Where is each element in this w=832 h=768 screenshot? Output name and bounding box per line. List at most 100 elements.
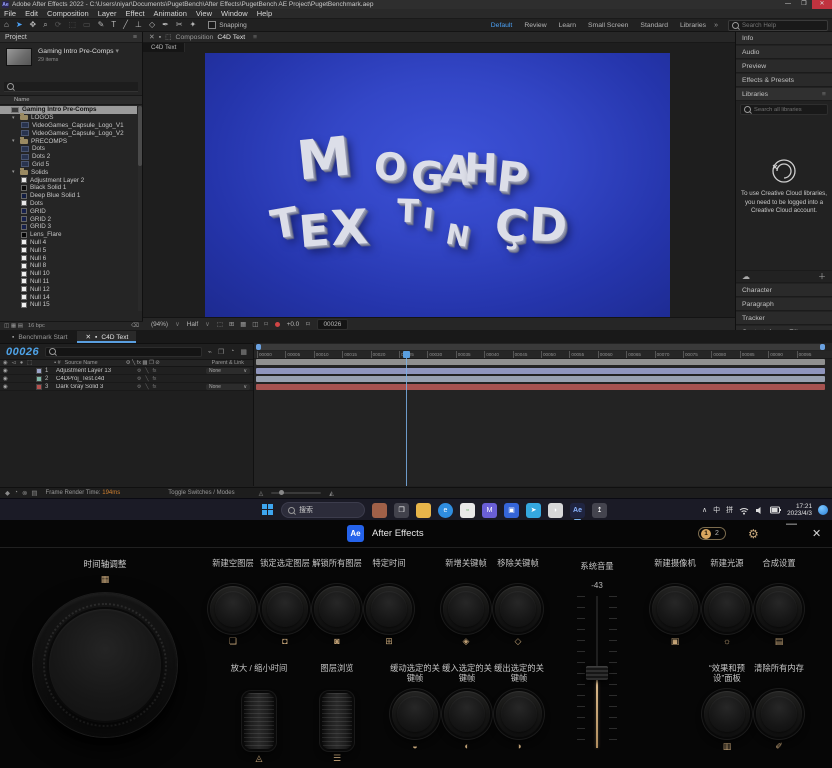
- workspace-libraries[interactable]: Libraries: [680, 22, 706, 29]
- tree-item[interactable]: Dots: [0, 200, 137, 208]
- tree-item[interactable]: Lens_Flare: [0, 231, 137, 239]
- status-icon-2[interactable]: ⊗: [22, 489, 27, 497]
- workspace-small-screen[interactable]: Small Screen: [588, 22, 628, 29]
- taskbar-app-pinned-more[interactable]: ↥: [592, 503, 607, 518]
- project-footer-icon-2[interactable]: ▤: [18, 323, 23, 329]
- viewer-timecode[interactable]: 00026: [317, 319, 349, 330]
- panel-tab-character[interactable]: Character: [736, 284, 832, 297]
- eye-icon[interactable]: ◉: [3, 376, 11, 382]
- layer-name[interactable]: C4DProj_Test.c4d: [56, 376, 134, 382]
- tree-item[interactable]: Null 12: [0, 285, 137, 293]
- chevron-down-icon[interactable]: ∨: [175, 320, 180, 328]
- menu-item-edit[interactable]: Edit: [25, 9, 38, 18]
- viewer-toolbar-icons[interactable]: ⬚⊞▦◫⌑: [217, 320, 268, 328]
- zoom-in-icon[interactable]: ◭: [329, 490, 334, 497]
- tree-item[interactable]: Null 8: [0, 262, 137, 270]
- tool-icon-2[interactable]: ✥: [30, 20, 37, 30]
- exposure-value[interactable]: +0.0: [287, 321, 300, 328]
- viewer-tab-label[interactable]: Composition: [176, 34, 214, 41]
- panel-tab-tracker[interactable]: Tracker: [736, 312, 832, 325]
- time-ruler[interactable]: 0000000005000100001500020000250003000035…: [254, 351, 832, 359]
- label-column-icon[interactable]: ▪ #: [54, 360, 60, 366]
- tool-icon-1[interactable]: ➤: [16, 20, 23, 30]
- playhead[interactable]: [406, 351, 407, 486]
- viewer-toolbar-icon-4[interactable]: ⌑: [264, 320, 267, 328]
- composition-canvas[interactable]: MOGAHPTEXTINÇD: [205, 53, 670, 317]
- timeline-control-icon-3[interactable]: ▦: [240, 348, 247, 356]
- parent-link-header[interactable]: Parent & Link: [212, 360, 244, 366]
- layer-row[interactable]: ◉3Dark Gray Solid 3⚙╲fxNone∨: [0, 383, 253, 391]
- minimize-button[interactable]: —: [780, 0, 796, 9]
- parent-link-dropdown[interactable]: None∨: [206, 368, 250, 374]
- viewer-toolbar-icon-1[interactable]: ⊞: [229, 320, 234, 328]
- deck-settings-gear-icon[interactable]: ⚙: [748, 527, 759, 541]
- tool-icon-8[interactable]: T: [111, 20, 116, 30]
- tree-item[interactable]: GRID 2: [0, 215, 137, 223]
- menu-item-file[interactable]: File: [4, 9, 16, 18]
- camera-icon[interactable]: ⌑: [306, 320, 309, 328]
- snapping-checkbox[interactable]: [208, 21, 216, 29]
- layer-name[interactable]: Adjustment Layer 13: [56, 368, 134, 374]
- new-camera-knob[interactable]: [652, 586, 698, 632]
- add-library-icon[interactable]: ＋: [818, 271, 826, 282]
- navigator-handle-left[interactable]: [256, 344, 261, 350]
- libraries-panel-tab[interactable]: Libraries: [742, 91, 768, 98]
- expander-icon[interactable]: ▾: [12, 138, 17, 144]
- tree-item[interactable]: GRID: [0, 207, 137, 215]
- layer-duration-bar[interactable]: [256, 376, 825, 382]
- notification-icon[interactable]: [818, 505, 828, 515]
- taskbar-app-app-blue[interactable]: ▣: [504, 503, 519, 518]
- ime-mode-indicator[interactable]: 拼: [726, 505, 733, 515]
- chevron-down-icon[interactable]: ▾: [115, 48, 118, 55]
- snapping-toggle[interactable]: Snapping: [208, 21, 246, 29]
- timeline-track-area[interactable]: 0000000005000100001500020000250003000035…: [253, 343, 832, 486]
- maximize-button[interactable]: ❐: [796, 0, 812, 9]
- tree-item[interactable]: Dots 2: [0, 153, 137, 161]
- close-button[interactable]: ✕: [812, 0, 832, 9]
- lock-selected-layers-knob[interactable]: [262, 586, 308, 632]
- layer-switches[interactable]: ⚙╲fx: [137, 384, 156, 390]
- zoom-time-wheel[interactable]: [244, 693, 274, 749]
- viewer-toolbar-icon-0[interactable]: ⬚: [217, 320, 223, 328]
- layer-row[interactable]: ◉2C4DProj_Test.c4d⚙╲fx: [0, 375, 253, 383]
- layer-name[interactable]: Dark Gray Solid 3: [56, 384, 134, 390]
- help-search-input[interactable]: [742, 22, 822, 29]
- menu-item-animation[interactable]: Animation: [154, 9, 187, 18]
- effects-presets-panel-knob[interactable]: [704, 691, 750, 737]
- panel-tab-effects-presets[interactable]: Effects & Presets: [736, 74, 832, 87]
- tree-item[interactable]: Null 5: [0, 246, 137, 254]
- viewer-toolbar-icon-3[interactable]: ◫: [252, 320, 258, 328]
- new-null-layer-knob[interactable]: [210, 586, 256, 632]
- taskbar-app-app-feather[interactable]: ➤: [526, 503, 541, 518]
- expander-icon[interactable]: ▾: [12, 169, 17, 175]
- volume-icon[interactable]: [755, 506, 764, 515]
- tool-icon-7[interactable]: ✎: [98, 20, 105, 30]
- tree-scrollbar[interactable]: [138, 106, 142, 311]
- taskbar-search[interactable]: 搜索: [281, 502, 365, 518]
- menu-item-effect[interactable]: Effect: [125, 9, 144, 18]
- panel-tab-preview[interactable]: Preview: [736, 60, 832, 73]
- libraries-search[interactable]: [740, 104, 828, 115]
- taskbar-app-app-m[interactable]: M: [482, 503, 497, 518]
- start-button[interactable]: [262, 504, 274, 516]
- tree-item[interactable]: Null 6: [0, 254, 137, 262]
- more-workspaces-icon[interactable]: »: [714, 22, 718, 29]
- layer-row[interactable]: ◉1Adjustment Layer 13⚙╲fxNone∨: [0, 367, 253, 375]
- tree-item[interactable]: Black Solid 1: [0, 184, 137, 192]
- tool-icon-3[interactable]: ⌕: [43, 20, 47, 30]
- deck-close-button[interactable]: ✕: [812, 527, 821, 540]
- taskbar-app-edge-browser[interactable]: e: [438, 503, 453, 518]
- project-search[interactable]: [4, 82, 138, 92]
- tool-icon-4[interactable]: ⟳: [55, 20, 62, 30]
- taskbar-app-app-store[interactable]: ▫: [460, 503, 475, 518]
- panel-tab-paragraph[interactable]: Paragraph: [736, 298, 832, 311]
- tool-icon-14[interactable]: ✦: [190, 20, 197, 30]
- expander-icon[interactable]: ▾: [12, 115, 17, 121]
- trash-icon[interactable]: ⌫: [131, 323, 139, 329]
- taskbar-app-after-effects[interactable]: Ae: [570, 503, 585, 518]
- lock-column-icon[interactable]: ⬚: [27, 360, 32, 366]
- layer-browse-wheel[interactable]: [322, 693, 352, 749]
- expander-icon[interactable]: ▾: [3, 107, 8, 113]
- menu-item-layer[interactable]: Layer: [98, 9, 117, 18]
- source-name-header[interactable]: Source Name: [65, 360, 98, 366]
